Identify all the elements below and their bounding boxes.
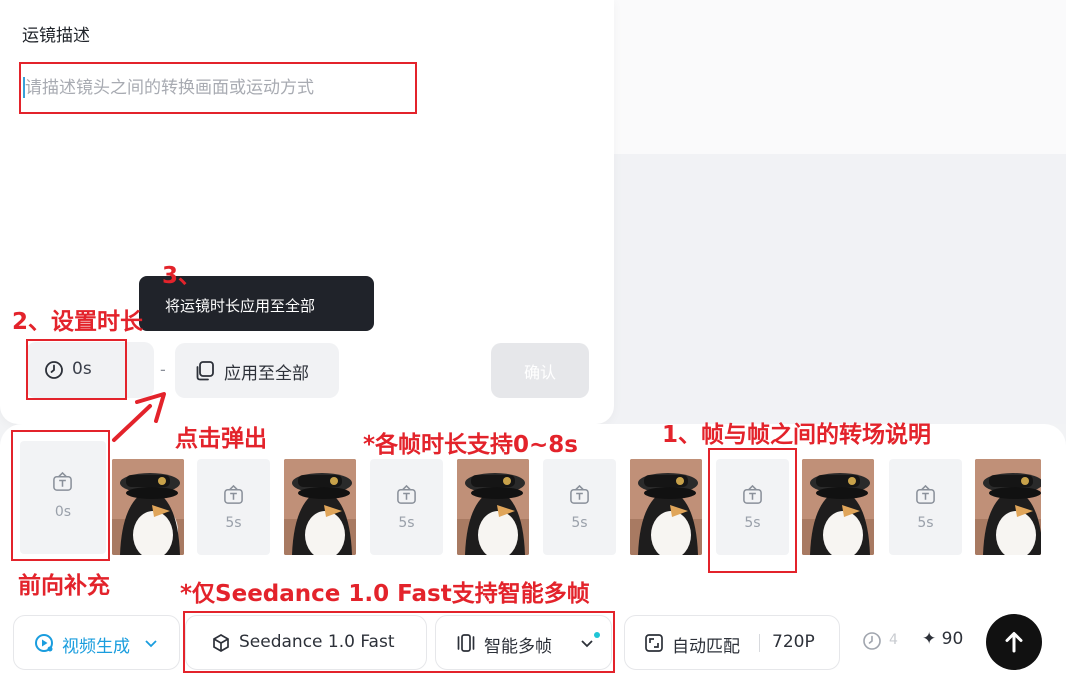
camera-movement-popup: 运镜描述 将运镜时长应用至全部 0s - 应用至全部 确认 bbox=[0, 0, 614, 424]
text-transition-icon bbox=[224, 484, 243, 504]
submit-button[interactable] bbox=[986, 614, 1042, 670]
text-transition-icon bbox=[397, 484, 416, 504]
ratio-label: 自动匹配 bbox=[672, 637, 740, 657]
clock-icon[interactable] bbox=[862, 631, 882, 651]
penguin-image bbox=[630, 459, 702, 555]
sparkle-icon: ✦ bbox=[922, 629, 937, 649]
multi-frame-dropdown[interactable]: 智能多帧 bbox=[435, 615, 612, 670]
background-panel-right-top bbox=[606, 0, 1066, 154]
keyframe-thumbnail[interactable] bbox=[975, 459, 1041, 555]
keyframe-thumbnail[interactable] bbox=[112, 459, 184, 555]
chevron-down-icon bbox=[581, 640, 593, 648]
annotation-forward-fill: 前向补充 bbox=[18, 573, 110, 599]
apply-all-button[interactable]: 应用至全部 bbox=[175, 343, 339, 398]
penguin-image bbox=[457, 459, 529, 555]
popup-title: 运镜描述 bbox=[22, 26, 90, 46]
credits-value: 90 bbox=[941, 629, 964, 649]
keyframe-thumbnail[interactable] bbox=[457, 459, 529, 555]
penguin-image bbox=[802, 459, 874, 555]
penguin-image bbox=[975, 459, 1041, 555]
transition-slot[interactable]: 5s bbox=[889, 459, 962, 555]
penguin-image bbox=[284, 459, 356, 555]
video-mode-icon bbox=[35, 634, 53, 652]
text-transition-icon bbox=[916, 484, 935, 504]
transition-duration: 5s bbox=[571, 515, 588, 531]
transition-slot[interactable]: 5s bbox=[370, 459, 443, 555]
credits-display: ✦ 90 bbox=[922, 629, 963, 649]
background-panel-right-mid bbox=[606, 154, 1066, 424]
text-caret bbox=[23, 77, 25, 98]
arrow-up-icon bbox=[1005, 632, 1023, 653]
transition-duration: 5s bbox=[225, 515, 242, 531]
transition-slot[interactable]: 5s bbox=[197, 459, 270, 555]
apply-all-label: 应用至全部 bbox=[224, 364, 309, 384]
annotation-box-first-slot bbox=[11, 430, 110, 561]
divider bbox=[759, 634, 760, 652]
annotation-step3: 3、 bbox=[162, 263, 202, 289]
annotation-arrow bbox=[112, 392, 166, 442]
keyframe-thumbnail[interactable] bbox=[802, 459, 874, 555]
mode-dropdown[interactable]: 视频生成 bbox=[13, 615, 180, 670]
separator-dash: - bbox=[160, 360, 166, 379]
resolution-label: 720P bbox=[772, 632, 815, 652]
new-indicator-dot bbox=[594, 632, 600, 638]
ratio-resolution-selector[interactable]: 自动匹配 720P bbox=[624, 615, 840, 670]
aspect-ratio-icon bbox=[645, 634, 663, 652]
mode-label: 视频生成 bbox=[62, 637, 130, 657]
camera-description-input[interactable] bbox=[19, 62, 417, 114]
multi-frame-icon bbox=[457, 634, 475, 652]
annotation-click-popup: 点击弹出 bbox=[175, 426, 267, 452]
annotation-seedance-note: *仅Seedance 1.0 Fast支持智能多帧 bbox=[180, 581, 590, 607]
annotation-box-transition bbox=[708, 448, 797, 573]
copy-icon bbox=[196, 361, 214, 381]
transition-duration: 5s bbox=[917, 515, 934, 531]
penguin-image bbox=[112, 459, 184, 555]
multi-frame-label: 智能多帧 bbox=[484, 637, 552, 657]
keyframe-thumbnail[interactable] bbox=[630, 459, 702, 555]
duration-partial: 4 bbox=[889, 632, 898, 648]
text-transition-icon bbox=[570, 484, 589, 504]
annotation-frame-duration: *各帧时长支持0~8s bbox=[363, 432, 578, 458]
transition-slot[interactable]: 5s bbox=[543, 459, 616, 555]
keyframe-thumbnail[interactable] bbox=[284, 459, 356, 555]
chevron-down-icon bbox=[145, 640, 157, 648]
annotation-step2: 2、设置时长 bbox=[12, 309, 144, 335]
transition-duration: 5s bbox=[398, 515, 415, 531]
confirm-button[interactable]: 确认 bbox=[491, 343, 589, 398]
annotation-step1: 1、帧与帧之间的转场说明 bbox=[662, 422, 932, 448]
